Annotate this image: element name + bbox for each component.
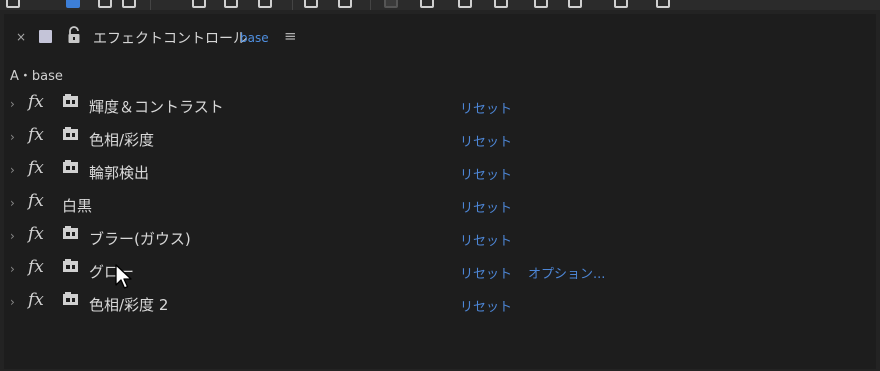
mask-tool-icon[interactable] (338, 0, 352, 8)
pan-behind-tool-icon[interactable] (258, 0, 272, 8)
layer-name-link[interactable]: base (240, 31, 269, 45)
roto-brush-tool-icon[interactable] (614, 0, 628, 8)
accelerated-effect-badge-icon (63, 127, 78, 140)
chevron-right-icon[interactable]: › (10, 130, 15, 144)
fx-icon[interactable]: fx (28, 125, 44, 145)
accelerated-effect-badge-icon (63, 259, 78, 272)
chevron-right-icon[interactable]: › (10, 295, 15, 309)
reset-link[interactable]: リセット (460, 197, 512, 216)
type-tool-icon[interactable] (458, 0, 472, 8)
effect-row[interactable]: › fx 輝度＆コントラスト リセット (4, 90, 854, 120)
hand-tool-icon[interactable] (6, 0, 20, 8)
reset-link[interactable]: リセット (460, 164, 512, 183)
chevron-right-icon[interactable]: › (10, 229, 15, 243)
effect-row[interactable]: › fx 色相/彩度 2 リセット (4, 288, 854, 318)
pen-tool-icon[interactable] (420, 0, 434, 8)
effect-name: 色相/彩度 2 (89, 296, 169, 314)
fx-icon[interactable]: fx (28, 92, 44, 112)
hand-icon[interactable] (98, 0, 112, 8)
effect-controls-panel: × エフェクトコントロール base ≡ A・base › fx 輝度＆コントラスト… (4, 14, 876, 369)
orbit-tool-icon[interactable] (304, 0, 318, 8)
options-link[interactable]: オプション... (528, 263, 605, 282)
camera-tool-icon[interactable] (224, 0, 238, 8)
panel-title: エフェクトコントロール (93, 31, 247, 47)
accelerated-effect-badge-icon (63, 292, 78, 305)
effect-row[interactable]: › fx ブラー(ガウス) リセット (4, 222, 854, 252)
reset-link[interactable]: リセット (460, 131, 512, 150)
panel-tab[interactable]: × エフェクトコントロール base ≡ (4, 22, 876, 52)
app-toolbar (0, 0, 880, 10)
brush-tool-icon[interactable] (494, 0, 508, 8)
reset-link[interactable]: リセット (460, 230, 512, 249)
eraser-tool-icon[interactable] (568, 0, 582, 8)
accelerated-effect-badge-icon (63, 94, 78, 107)
reset-link[interactable]: リセット (460, 263, 512, 282)
effect-name: 色相/彩度 (89, 131, 155, 149)
fx-icon[interactable]: fx (28, 224, 44, 244)
effect-row[interactable]: › fx 白黒 リセット (4, 189, 854, 219)
effect-name: 輝度＆コントラスト (89, 98, 224, 116)
effect-name: 白黒 (62, 197, 93, 215)
panel-square-icon (39, 30, 52, 43)
breadcrumb: A・base (10, 69, 63, 84)
chevron-right-icon[interactable]: › (10, 163, 15, 177)
reset-link[interactable]: リセット (460, 296, 512, 315)
fx-icon[interactable]: fx (28, 290, 44, 310)
accelerated-effect-badge-icon (63, 160, 78, 173)
fx-icon[interactable]: fx (28, 257, 44, 277)
reset-link[interactable]: リセット (460, 98, 512, 117)
close-tab-icon[interactable]: × (16, 30, 26, 44)
rotate-tool-icon[interactable] (192, 0, 206, 8)
chevron-right-icon[interactable]: › (10, 97, 15, 111)
panel-menu-icon[interactable]: ≡ (284, 27, 297, 45)
zoom-tool-icon[interactable] (122, 0, 136, 8)
fx-icon[interactable]: fx (28, 191, 44, 211)
lock-icon[interactable] (67, 26, 81, 44)
effect-name: 輪郭検出 (89, 164, 150, 182)
clone-stamp-tool-icon[interactable] (534, 0, 548, 8)
accelerated-effect-badge-icon (63, 226, 78, 239)
chevron-right-icon[interactable]: › (10, 262, 15, 276)
puppet-tool-icon[interactable] (656, 0, 670, 8)
chevron-right-icon[interactable]: › (10, 196, 15, 210)
rectangle-tool-icon[interactable] (384, 0, 398, 8)
effect-row[interactable]: › fx 色相/彩度 リセット (4, 123, 854, 153)
effect-name: ブラー(ガウス) (89, 230, 191, 248)
fx-icon[interactable]: fx (28, 158, 44, 178)
effect-row[interactable]: › fx 輪郭検出 リセット (4, 156, 854, 186)
mouse-pointer-icon (115, 264, 132, 289)
selection-tool-icon[interactable] (66, 0, 80, 8)
